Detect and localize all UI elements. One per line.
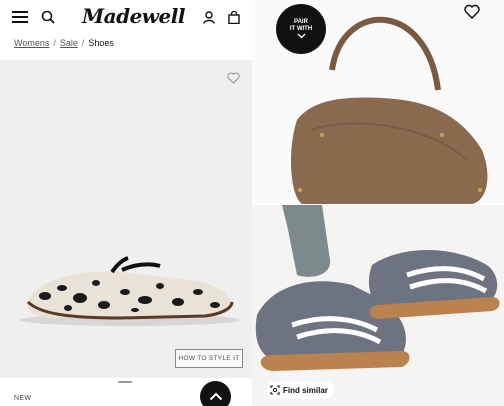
menu-icon[interactable] (10, 8, 30, 26)
search-icon[interactable] (38, 7, 58, 27)
how-to-style-button[interactable]: HOW TO STYLE IT (175, 349, 243, 368)
product-panel: Madewell Womens / Sale / Shoes HOW TO ST… (0, 0, 252, 406)
breadcrumb-separator: / (81, 38, 85, 48)
find-similar-label: Find similar (283, 385, 328, 395)
heart-icon[interactable] (463, 3, 481, 19)
breadcrumb-shoes: Shoes (88, 38, 114, 48)
pair-it-with-panel: PAIR IT WITH Find similar (252, 0, 504, 406)
find-similar-button[interactable]: Find similar (266, 381, 334, 399)
site-header: Madewell (0, 0, 252, 34)
scroll-to-top-button[interactable] (200, 381, 231, 406)
chevron-up-icon (209, 392, 222, 401)
breadcrumb: Womens / Sale / Shoes (14, 38, 114, 48)
breadcrumb-womens[interactable]: Womens (14, 38, 49, 48)
madewell-logo[interactable]: Madewell (82, 4, 185, 30)
visual-search-icon (270, 385, 280, 395)
account-icon[interactable] (200, 8, 218, 26)
chevron-down-icon (297, 33, 305, 39)
breadcrumb-sale[interactable]: Sale (60, 38, 78, 48)
new-tag: NEW (14, 395, 32, 402)
carousel-indicator (118, 381, 132, 383)
heart-icon[interactable] (226, 71, 240, 85)
cow-print-flat-shoe (20, 256, 240, 326)
badge-line-2: IT WITH (289, 26, 313, 32)
breadcrumb-separator: / (53, 38, 56, 48)
gray-suede-sneakers[interactable] (252, 205, 504, 406)
product-image-card[interactable]: HOW TO STYLE IT (0, 60, 252, 378)
pair-it-with-badge[interactable]: PAIR IT WITH (276, 4, 326, 54)
bag-icon[interactable] (225, 8, 243, 26)
badge-line-1: PAIR (294, 19, 308, 25)
